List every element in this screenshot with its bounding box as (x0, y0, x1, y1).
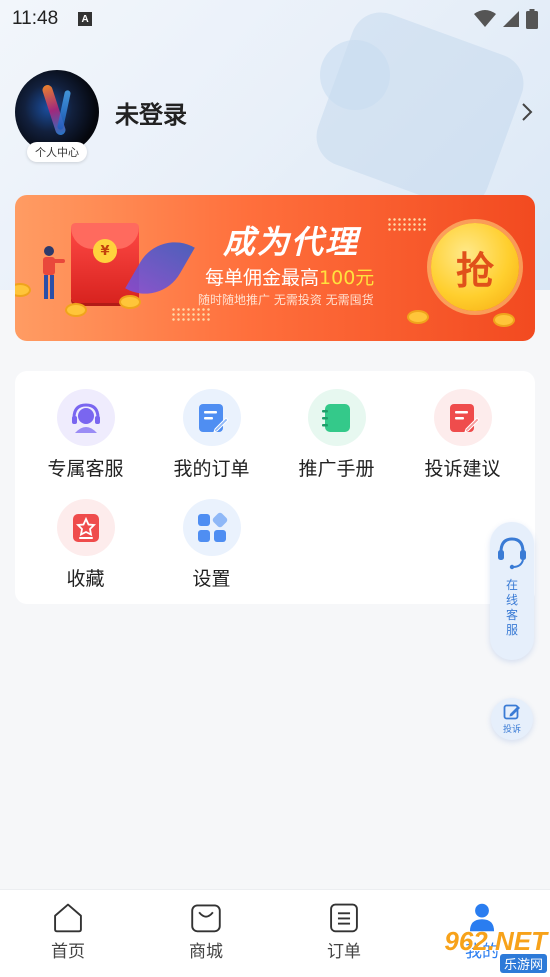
username[interactable]: 未登录 (115, 95, 187, 130)
tab-orders[interactable]: 订单 (299, 902, 389, 962)
service-label: 投诉建议 (424, 458, 501, 480)
service-label: 设置 (192, 568, 231, 590)
coin-icon (15, 283, 31, 297)
banner-subtitle-prefix: 每单佣金最高 (205, 267, 320, 289)
service-icon-bg (182, 389, 241, 446)
service-icon-bg (56, 389, 115, 446)
banner-subtitle-highlight: 100元 (319, 267, 375, 289)
signal-icon (503, 11, 519, 27)
headset-icon (71, 402, 100, 433)
service-label: 收藏 (66, 568, 105, 590)
status-icons (474, 9, 538, 29)
home-icon (54, 903, 82, 933)
service-icon-bg (433, 389, 492, 446)
tab-label: 商城 (189, 942, 223, 962)
online-customer-service-label: 在线客服 (505, 578, 518, 637)
banner-subtitle: 每单佣金最高100元 (205, 263, 374, 290)
service-complaints[interactable]: 投诉建议 (400, 371, 525, 481)
complaint-float-label: 投诉 (502, 725, 521, 735)
wifi-icon (474, 10, 496, 27)
watermark-site: 乐游网 (499, 954, 547, 973)
tab-mall[interactable]: 商城 (161, 902, 251, 962)
service-icon-bg (182, 499, 241, 556)
complaint-float-button[interactable]: 投诉 (491, 698, 533, 740)
order-doc-icon (198, 403, 229, 433)
coin-icon (493, 313, 515, 327)
shopping-bag-icon (191, 904, 221, 933)
service-icon-bg (56, 499, 115, 556)
yuan-coin-icon: ¥ (93, 239, 117, 263)
dots-decoration (171, 307, 211, 321)
chevron-right-icon[interactable] (521, 102, 533, 122)
edit-icon (503, 704, 520, 720)
banner-description: 随时随地推广 无需投资 无需囤货 (198, 293, 374, 307)
site-watermark: 962.NET 乐游网 (412, 928, 547, 974)
service-label: 我的订单 (173, 458, 250, 480)
favorite-star-icon (72, 513, 99, 542)
personal-center-badge[interactable]: 个人中心 (27, 142, 87, 162)
profile-header[interactable]: 个人中心 未登录 (15, 66, 535, 162)
manual-book-icon (321, 403, 350, 432)
status-time: 11:48 (12, 8, 59, 29)
online-customer-service-button[interactable]: 在线客服 (490, 522, 534, 660)
tab-label: 订单 (327, 942, 361, 962)
coin-icon (65, 303, 87, 317)
tab-home[interactable]: 首页 (23, 902, 113, 962)
notification-icon: A (78, 12, 93, 26)
service-label: 推广手册 (298, 458, 375, 480)
service-promo-manual[interactable]: 推广手册 (274, 371, 399, 481)
status-bar: 11:48 A (0, 0, 550, 38)
service-customer-support[interactable]: 专属客服 (23, 371, 148, 481)
complaint-doc-icon (449, 403, 480, 433)
coin-icon (119, 295, 141, 309)
watermark-number: 962.NET (444, 926, 547, 956)
service-icon-bg (307, 389, 366, 446)
services-card: 专属客服 我的订单 推广手册 投诉建议 收藏 设置 (15, 371, 535, 604)
agent-promo-banner[interactable]: ¥ 成为代理 每单佣金最高100元 随时随地推广 无需投资 无需囤货 抢 (15, 195, 535, 341)
settings-grid-icon (197, 512, 227, 542)
headset-icon (498, 537, 526, 570)
tab-label: 首页 (51, 942, 85, 962)
battery-icon (526, 9, 538, 29)
coin-icon (407, 310, 429, 324)
grab-button[interactable]: 抢 (431, 223, 519, 311)
grab-button-label: 抢 (455, 248, 494, 293)
service-my-orders[interactable]: 我的订单 (149, 371, 274, 481)
order-list-icon (330, 903, 358, 933)
person-illustration (43, 246, 65, 299)
service-label: 专属客服 (47, 458, 124, 480)
banner-title: 成为代理 (223, 223, 360, 261)
service-favorites[interactable]: 收藏 (23, 481, 148, 591)
service-settings[interactable]: 设置 (149, 481, 274, 591)
avatar[interactable]: 个人中心 (15, 70, 99, 162)
red-envelope-illustration: ¥ (71, 223, 139, 303)
dots-decoration (387, 217, 427, 231)
